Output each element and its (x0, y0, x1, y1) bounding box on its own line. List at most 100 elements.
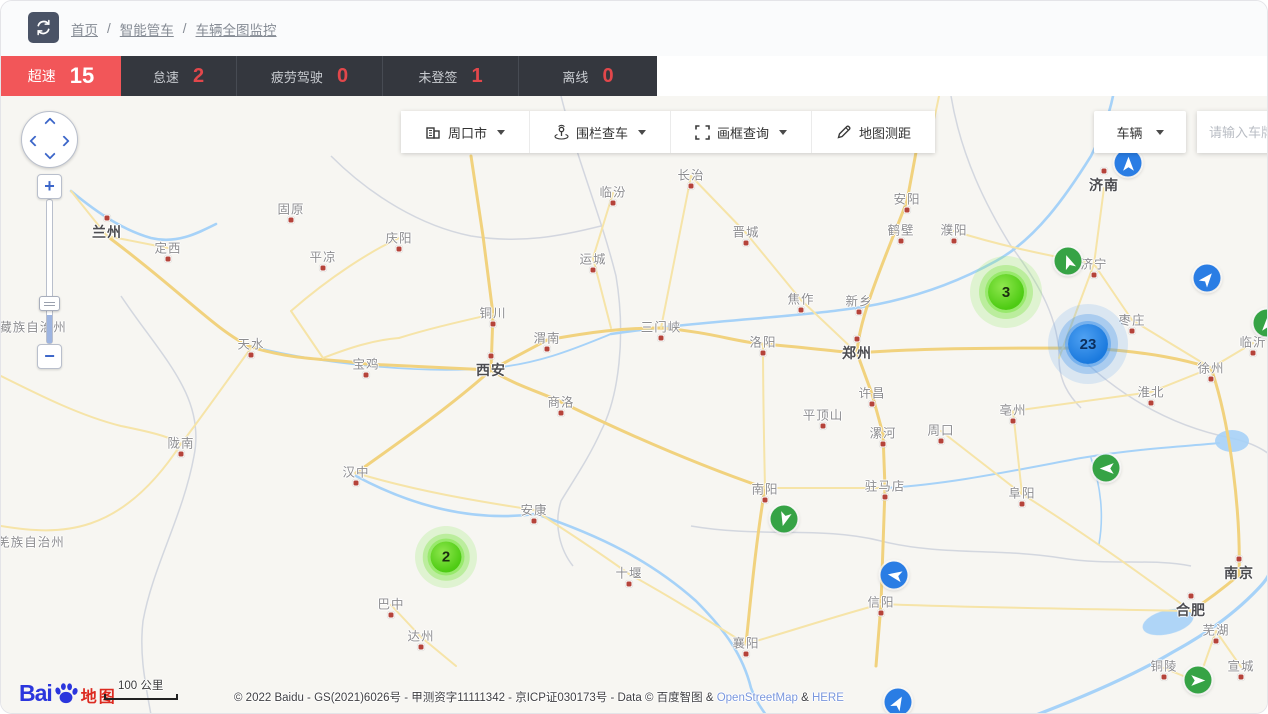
city-dot (880, 441, 887, 448)
map-city-label: 巴中 (377, 594, 404, 613)
city-dot (248, 352, 255, 359)
city-dot (558, 410, 565, 417)
city-dot (1129, 328, 1136, 335)
fence-search-label: 围栏查车 (576, 123, 628, 142)
city-dot (743, 240, 750, 247)
navigation-arrow-icon (889, 693, 907, 711)
vehicle-type-dropdown[interactable]: 车辆 (1094, 111, 1186, 153)
map-city-label: 安阳 (893, 189, 920, 208)
map-city-label: 临汾 (599, 182, 626, 201)
tab-fatigue-driving[interactable]: 疲劳驾驶 0 (237, 56, 383, 96)
map-copyright: © 2022 Baidu - GS(2021)6026号 - 甲测资字11111… (234, 689, 844, 705)
zoom-slider-thumb[interactable] (39, 296, 60, 311)
draw-box-icon (695, 125, 710, 140)
map-scale-label: 100 公里 (118, 677, 178, 693)
pan-down-button[interactable] (42, 149, 58, 165)
map-city-label: 濮阳 (940, 220, 967, 239)
city-dot (1148, 400, 1155, 407)
map-city-label: 漯河 (869, 423, 896, 442)
city-dot (488, 353, 495, 360)
vehicle-marker[interactable] (885, 689, 912, 714)
breadcrumb-smart-fleet[interactable]: 智能管车 (120, 19, 174, 39)
navigation-arrow-icon (1189, 671, 1207, 689)
map-city-label: 铜川 (479, 303, 506, 322)
tab-offline[interactable]: 离线 0 (519, 56, 657, 96)
navigation-arrow-icon (1059, 252, 1077, 270)
cluster-count: 23 (1068, 324, 1108, 364)
top-header: 首页 / 智能管车 / 车辆全图监控 (1, 1, 1267, 56)
chevron-up-icon (44, 117, 55, 128)
city-dot (760, 350, 767, 357)
map-city-label: 三门峡 (641, 317, 682, 336)
baidu-logo: Bai 地图 (19, 680, 117, 707)
tab-not-signed-in[interactable]: 未登签 1 (383, 56, 519, 96)
map-city-label: 安康 (520, 500, 547, 519)
city-dot (1213, 638, 1220, 645)
navigation-arrow-icon (775, 510, 793, 528)
city-dot (1161, 674, 1168, 681)
map-city-label: 新乡 (845, 291, 872, 310)
map-city-label: 平凉 (309, 247, 336, 266)
map-canvas[interactable]: 兰州定西固原平凉庆阳天水宝鸡铜川渭南西安商洛三门峡洛阳郑州许昌平顶山漯河周口焦作… (1, 96, 1268, 714)
area-query-label: 画框查询 (717, 123, 769, 142)
city-dot (820, 423, 827, 430)
vehicle-marker[interactable] (1055, 248, 1082, 275)
pan-right-button[interactable] (58, 132, 74, 148)
city-select-button[interactable]: 周口市 (401, 111, 530, 153)
city-dot (531, 518, 538, 525)
vehicle-marker[interactable] (1115, 150, 1142, 177)
tab-count: 2 (193, 65, 204, 88)
caret-down-icon (638, 130, 646, 135)
tab-overspeed[interactable]: 超速 15 (1, 56, 121, 96)
breadcrumb-separator: / (107, 21, 111, 36)
measure-distance-label: 地图测距 (859, 123, 911, 142)
breadcrumb-home[interactable]: 首页 (71, 19, 98, 39)
navigation-arrow-icon (1258, 314, 1268, 332)
city-dot (288, 217, 295, 224)
measure-distance-button[interactable]: 地图测距 (812, 111, 935, 153)
city-dot (353, 480, 360, 487)
tab-label: 离线 (562, 67, 588, 86)
pan-left-button[interactable] (25, 132, 41, 148)
city-dot (898, 238, 905, 245)
map-city-label: 藏族自治州 (1, 317, 67, 336)
caret-down-icon (779, 130, 787, 135)
navigation-arrow-icon (1119, 154, 1137, 172)
vehicle-marker[interactable] (1093, 455, 1120, 482)
zoom-in-button[interactable]: + (37, 174, 62, 199)
refresh-app-button[interactable] (28, 12, 59, 43)
city-dot (1091, 272, 1098, 279)
openstreetmap-link[interactable]: OpenStreetMap (717, 692, 798, 704)
fence-search-button[interactable]: 围栏查车 (530, 111, 671, 153)
breadcrumb: 首页 / 智能管车 / 车辆全图监控 (71, 1, 277, 56)
vehicle-marker[interactable] (771, 506, 798, 533)
zoom-out-button[interactable]: − (37, 344, 62, 369)
city-dot (1188, 593, 1195, 600)
area-query-button[interactable]: 画框查询 (671, 111, 812, 153)
pan-up-button[interactable] (42, 114, 58, 130)
vehicle-marker[interactable] (1194, 265, 1221, 292)
cluster-count: 3 (988, 274, 1024, 310)
city-dot (762, 497, 769, 504)
chevron-down-icon (44, 148, 55, 159)
map-city-label: 十堰 (615, 563, 642, 582)
navigation-arrow-icon (885, 566, 903, 584)
map-city-label: 信阳 (867, 592, 894, 611)
city-dot (743, 651, 750, 658)
zoom-slider-track[interactable] (46, 199, 53, 344)
map-scale-bar (104, 694, 178, 700)
city-dot (610, 200, 617, 207)
vehicle-marker[interactable] (881, 562, 908, 589)
vehicle-marker[interactable] (1185, 667, 1212, 694)
plate-search-input[interactable] (1197, 111, 1268, 153)
city-building-icon (425, 124, 441, 140)
breadcrumb-current-page[interactable]: 车辆全图监控 (196, 19, 277, 39)
map-city-label: 达州 (407, 626, 434, 645)
map-city-label: 济宁 (1080, 254, 1107, 273)
city-dot (320, 265, 327, 272)
pencil-icon (836, 124, 852, 140)
city-dot (165, 256, 172, 263)
tab-idle[interactable]: 怠速 2 (121, 56, 237, 96)
here-link[interactable]: HERE (812, 692, 844, 704)
map-city-label: 周口 (927, 420, 954, 439)
